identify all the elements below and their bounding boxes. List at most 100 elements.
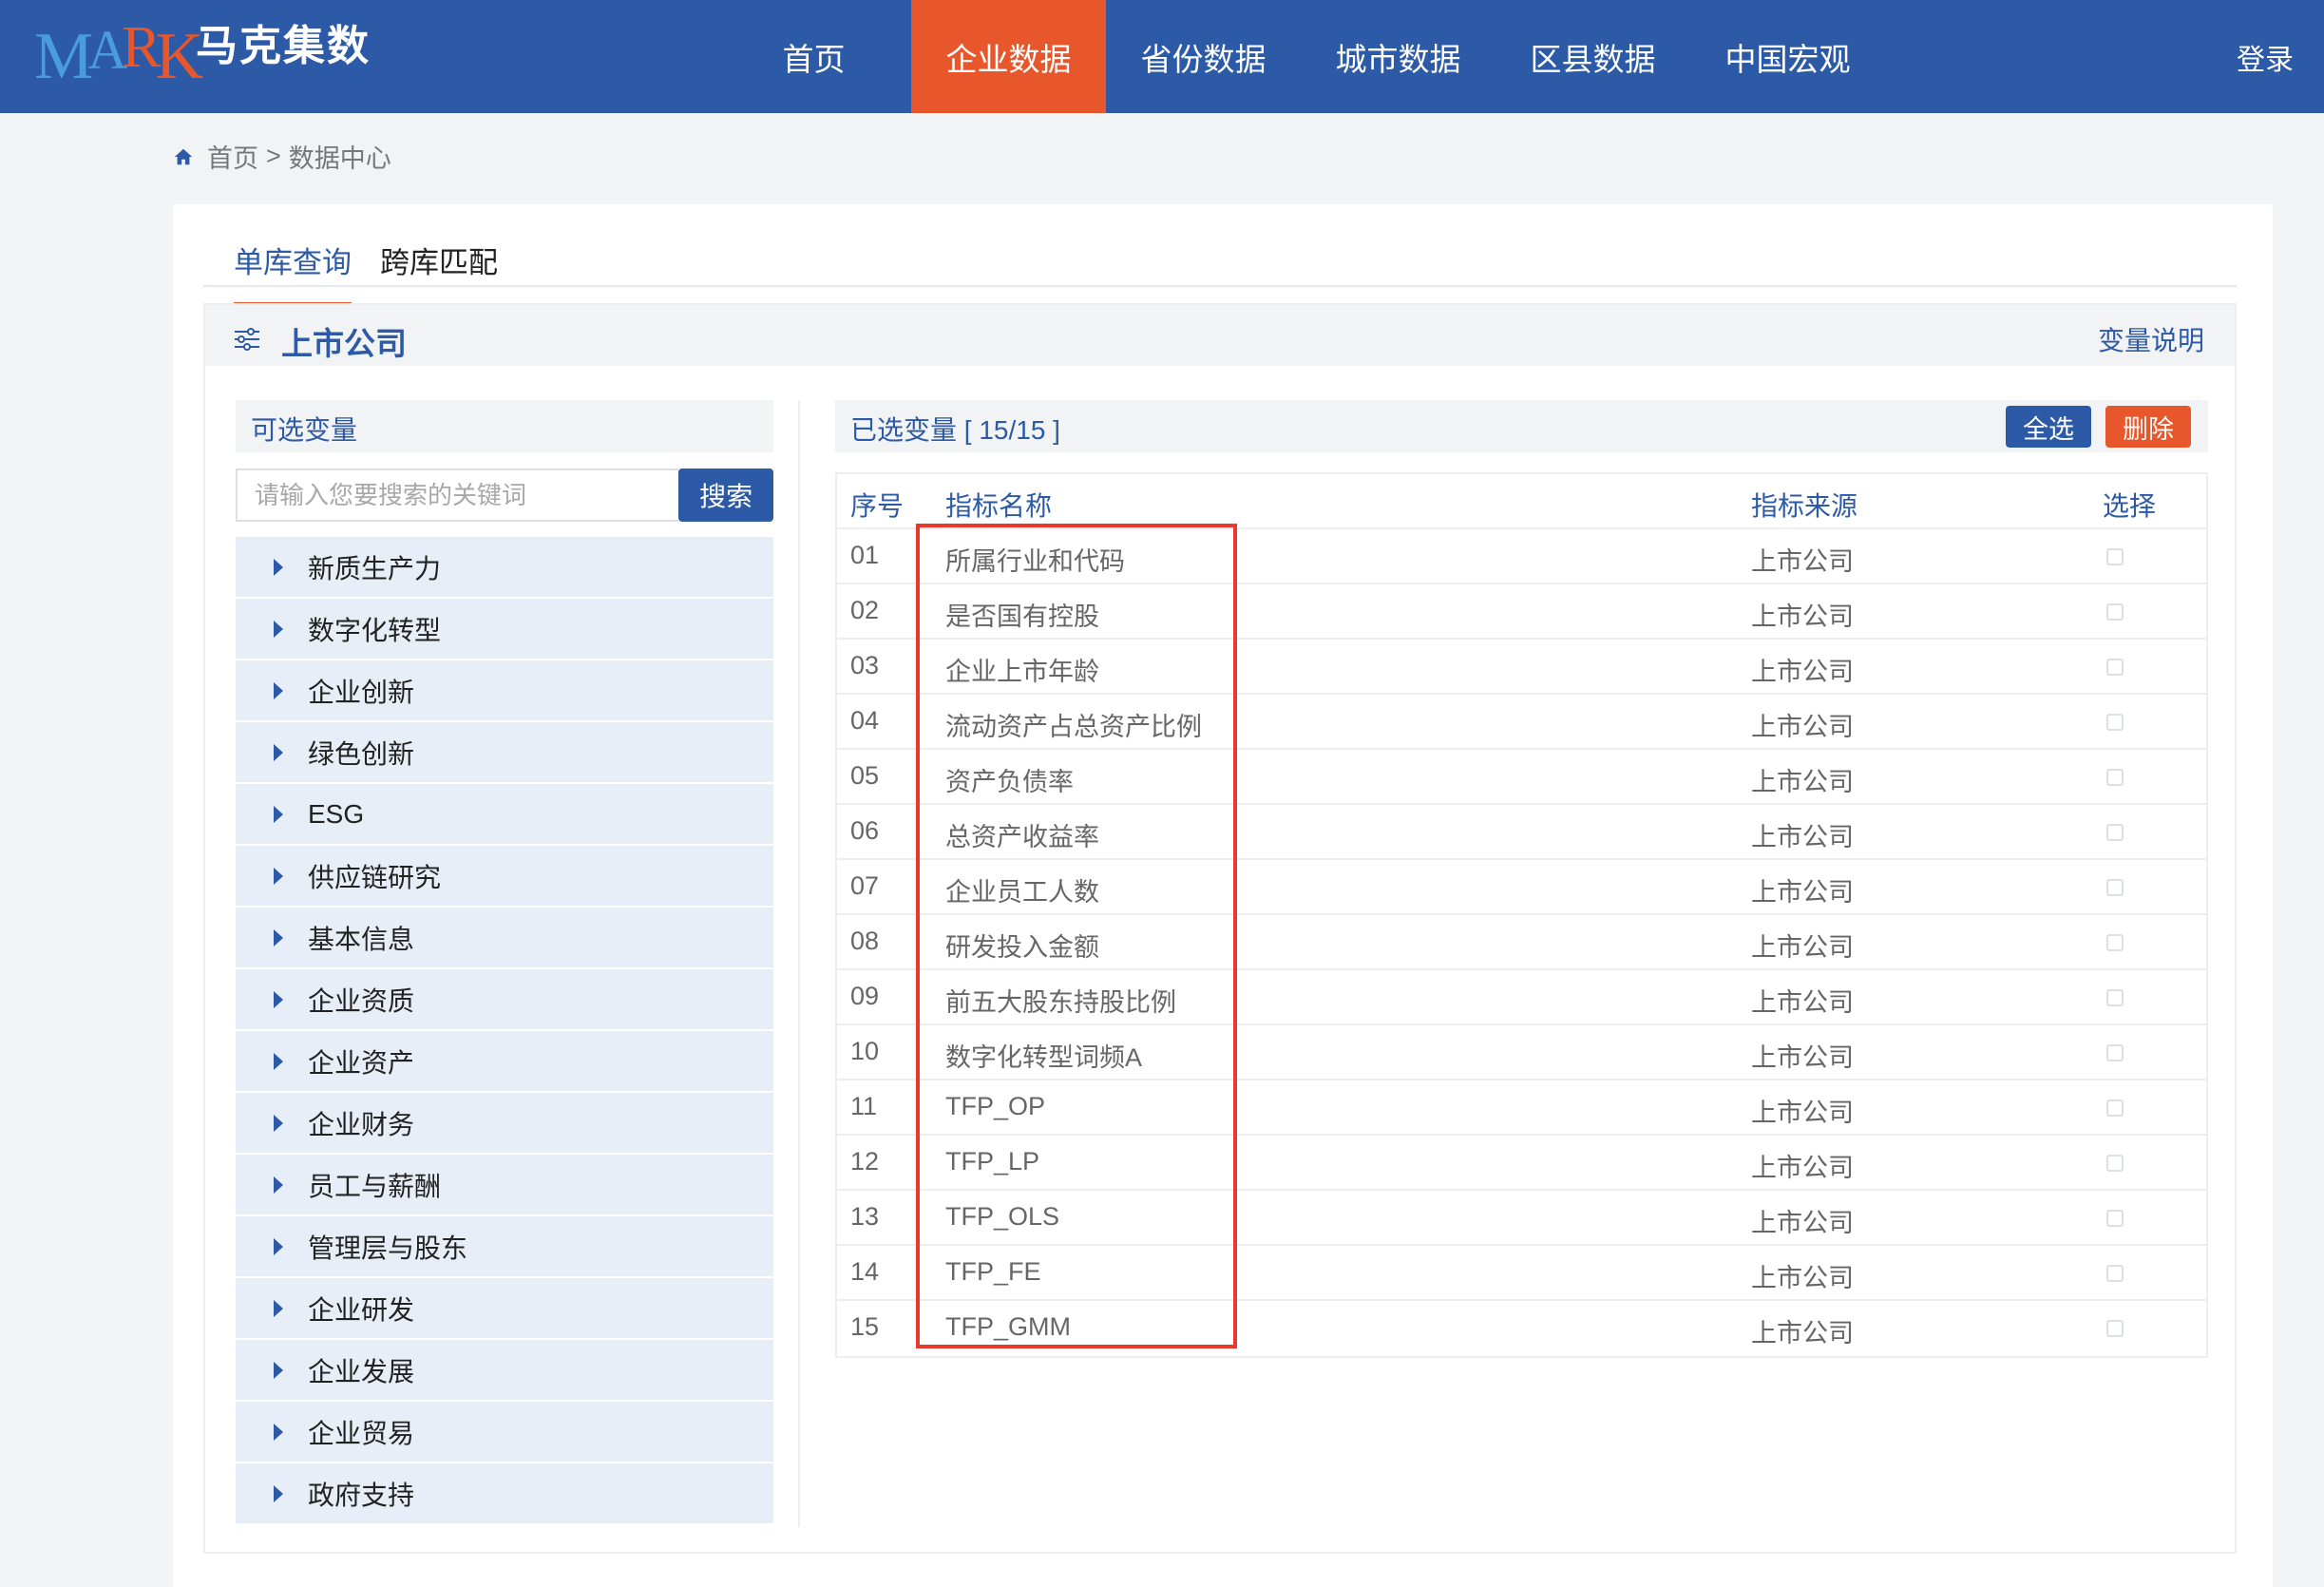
row-number: 09 — [850, 982, 880, 1010]
nav-item-0[interactable]: 首页 — [716, 0, 911, 113]
breadcrumb-current: 数据中心 — [288, 144, 391, 173]
tab-single-db-query[interactable]: 单库查询 — [234, 239, 352, 306]
caret-right-icon — [274, 805, 283, 823]
table-row: 04 流动资产占总资产比例 上市公司 — [837, 695, 2206, 750]
row-checkbox[interactable] — [2106, 989, 2124, 1006]
category-item[interactable]: 数字化转型 — [236, 599, 773, 660]
nav-item-2[interactable]: 省份数据 — [1106, 0, 1301, 113]
category-item[interactable]: 供应链研究 — [236, 846, 773, 908]
category-item[interactable]: 员工与薪酬 — [236, 1155, 773, 1216]
indicator-source: 上市公司 — [1751, 933, 1854, 962]
category-item[interactable]: 绿色创新 — [236, 722, 773, 784]
nav-item-1[interactable]: 企业数据 — [911, 0, 1106, 113]
category-label: 企业财务 — [308, 1109, 415, 1139]
row-checkbox[interactable] — [2106, 659, 2124, 676]
category-item[interactable]: 企业贸易 — [236, 1402, 773, 1463]
row-number: 14 — [850, 1257, 880, 1286]
site-logo[interactable]: MARK — [34, 15, 203, 97]
category-label: 企业创新 — [308, 677, 415, 707]
category-item[interactable]: 企业创新 — [236, 660, 773, 722]
indicator-source: 上市公司 — [1751, 988, 1854, 1017]
indicator-name: 资产负债率 — [945, 768, 1074, 796]
row-checkbox[interactable] — [2106, 1099, 2124, 1117]
row-number: 10 — [850, 1037, 880, 1065]
logo-mark: MARK — [34, 15, 203, 93]
search-input[interactable] — [236, 468, 679, 522]
category-item[interactable]: 管理层与股东 — [236, 1216, 773, 1278]
row-checkbox[interactable] — [2106, 548, 2124, 565]
indicator-name: TFP_LP — [945, 1147, 1040, 1176]
table-row: 07 企业员工人数 上市公司 — [837, 860, 2206, 915]
category-item[interactable]: 新质生产力 — [236, 537, 773, 599]
indicator-name: 是否国有控股 — [945, 602, 1099, 631]
site-name: 马克集数 — [196, 23, 371, 69]
indicator-source: 上市公司 — [1751, 1099, 1854, 1127]
table-row: 12 TFP_LP 上市公司 — [837, 1136, 2206, 1191]
search-button[interactable]: 搜索 — [678, 468, 773, 522]
variable-description-link[interactable]: 变量说明 — [2098, 320, 2204, 358]
category-item[interactable]: 基本信息 — [236, 908, 773, 969]
nav-item-5[interactable]: 中国宏观 — [1690, 0, 1885, 113]
indicator-source: 上市公司 — [1751, 713, 1854, 741]
category-item[interactable]: 政府支持 — [236, 1463, 773, 1525]
category-label: 供应链研究 — [308, 862, 442, 892]
category-item[interactable]: 企业资质 — [236, 969, 773, 1031]
caret-right-icon — [274, 990, 283, 1008]
row-checkbox[interactable] — [2106, 1265, 2124, 1282]
table-row: 02 是否国有控股 上市公司 — [837, 584, 2206, 640]
indicator-name: TFP_GMM — [945, 1312, 1071, 1341]
indicator-name: 研发投入金额 — [945, 933, 1099, 962]
row-number: 04 — [850, 706, 880, 735]
category-label: 管理层与股东 — [308, 1233, 468, 1263]
indicator-source: 上市公司 — [1751, 1264, 1854, 1292]
table-row: 01 所属行业和代码 上市公司 — [837, 529, 2206, 584]
row-checkbox[interactable] — [2106, 879, 2124, 896]
breadcrumb-home[interactable]: 首页 — [207, 138, 258, 175]
table-row: 13 TFP_OLS 上市公司 — [837, 1191, 2206, 1246]
row-checkbox[interactable] — [2106, 1044, 2124, 1061]
category-label: 数字化转型 — [308, 615, 442, 645]
caret-right-icon — [274, 1484, 283, 1502]
row-checkbox[interactable] — [2106, 1210, 2124, 1227]
col-header-no: 序号 — [850, 491, 905, 521]
row-checkbox[interactable] — [2106, 769, 2124, 786]
row-checkbox[interactable] — [2106, 934, 2124, 951]
col-header-name: 指标名称 — [945, 491, 1053, 521]
row-number: 15 — [850, 1312, 880, 1341]
login-link[interactable]: 登录 — [2237, 36, 2294, 78]
row-number: 05 — [850, 761, 880, 790]
nav-item-4[interactable]: 区县数据 — [1495, 0, 1690, 113]
nav-item-3[interactable]: 城市数据 — [1301, 0, 1495, 113]
caret-right-icon — [274, 1176, 283, 1194]
category-label: 员工与薪酬 — [308, 1171, 442, 1201]
indicator-name: TFP_FE — [945, 1257, 1041, 1286]
tab-cross-db-match[interactable]: 跨库匹配 — [380, 239, 498, 281]
category-item[interactable]: ESG — [236, 784, 773, 846]
delete-button[interactable]: 删除 — [2105, 406, 2191, 448]
row-number: 06 — [850, 816, 880, 845]
category-label: 企业贸易 — [308, 1418, 415, 1448]
category-item[interactable]: 企业发展 — [236, 1340, 773, 1402]
indicator-source: 上市公司 — [1751, 547, 1854, 576]
select-all-button[interactable]: 全选 — [2006, 406, 2091, 448]
home-icon[interactable] — [173, 146, 194, 167]
row-checkbox[interactable] — [2106, 1320, 2124, 1337]
row-checkbox[interactable] — [2106, 714, 2124, 731]
caret-right-icon — [274, 1052, 283, 1070]
category-item[interactable]: 企业财务 — [236, 1093, 773, 1155]
category-label: 新质生产力 — [308, 553, 442, 583]
caret-right-icon — [274, 928, 283, 946]
category-item[interactable]: 企业资产 — [236, 1031, 773, 1093]
indicator-source: 上市公司 — [1751, 1154, 1854, 1182]
indicator-name: 总资产收益率 — [945, 823, 1099, 851]
category-item[interactable]: 企业研发 — [236, 1278, 773, 1340]
row-number: 02 — [850, 596, 880, 624]
indicator-source: 上市公司 — [1751, 1043, 1854, 1072]
row-checkbox[interactable] — [2106, 603, 2124, 621]
indicator-name: 企业员工人数 — [945, 878, 1099, 907]
panel-divider — [798, 400, 800, 1527]
row-number: 12 — [850, 1147, 880, 1176]
row-number: 08 — [850, 927, 880, 955]
row-checkbox[interactable] — [2106, 824, 2124, 841]
row-checkbox[interactable] — [2106, 1155, 2124, 1172]
